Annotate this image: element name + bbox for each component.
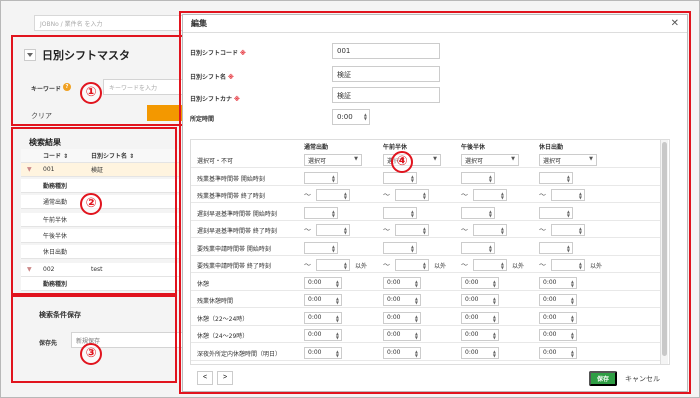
job-search-input[interactable]: JOBNo / 業件名 を入力 — [34, 15, 186, 31]
highlight-box-4 — [179, 11, 691, 394]
annotation-4: ④ — [391, 151, 413, 173]
annotation-1: ① — [80, 82, 102, 104]
annotation-2: ② — [80, 193, 102, 215]
annotation-3: ③ — [80, 343, 102, 365]
highlight-box-3 — [11, 295, 177, 383]
highlight-box-1 — [11, 35, 188, 126]
